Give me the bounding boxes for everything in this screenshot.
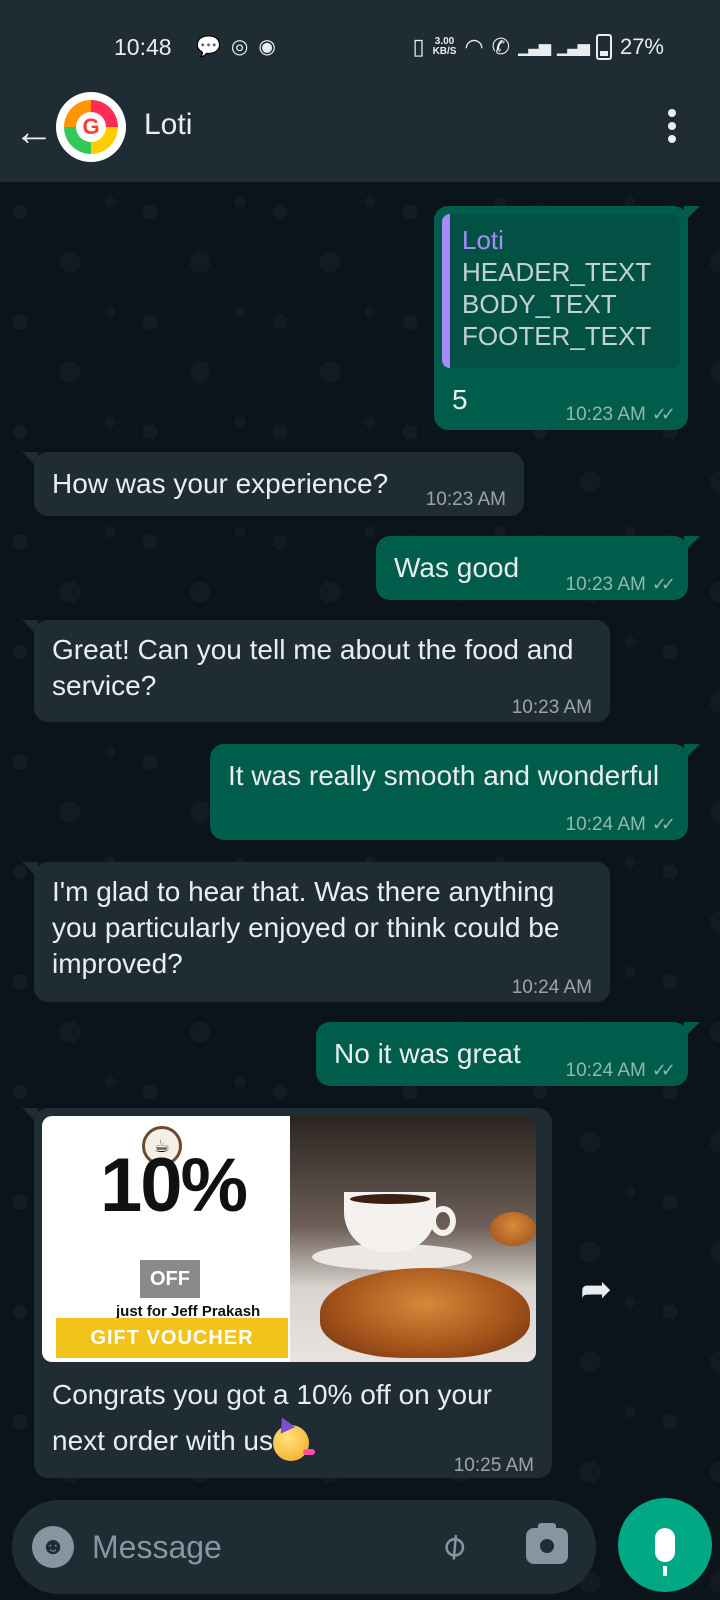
- read-ticks-icon: ✓✓: [651, 814, 676, 834]
- croissant-shape: [320, 1268, 530, 1358]
- mic-button[interactable]: [618, 1498, 712, 1592]
- signal-icon-2: ▁▃▅: [557, 39, 590, 56]
- attach-icon[interactable]: ⌀: [431, 1522, 475, 1568]
- wifi-icon: ◠: [464, 34, 484, 59]
- more-options-icon[interactable]: [668, 104, 676, 148]
- message-time: 10:24 AM ✓✓: [565, 1060, 677, 1081]
- voucher-image[interactable]: ☕ 10% OFF just for Jeff Prakash GIFT VOU…: [42, 1116, 536, 1362]
- quoted-sender: Loti: [462, 225, 504, 255]
- message-incoming[interactable]: Great! Can you tell me about the food an…: [22, 620, 610, 722]
- message-time: 10:25 AM: [453, 1455, 534, 1476]
- forward-icon[interactable]: ➦: [572, 1266, 620, 1314]
- avatar-logo: G: [64, 100, 118, 154]
- message-text: How was your experience?: [52, 468, 389, 499]
- message-incoming-image[interactable]: ☕ 10% OFF just for Jeff Prakash GIFT VOU…: [22, 1108, 552, 1478]
- message-time: 10:23 AM ✓✓: [565, 404, 677, 425]
- notification-icons: 💬◎◉: [196, 34, 286, 59]
- emoji-icon[interactable]: ☻: [32, 1526, 74, 1568]
- read-ticks-icon: ✓✓: [651, 1060, 676, 1080]
- back-arrow-icon[interactable]: ←: [14, 110, 54, 155]
- battery-percent: 27%: [619, 34, 664, 59]
- message-incoming[interactable]: How was your experience? 10:23 AM: [22, 452, 524, 516]
- signal-icon: ▁▃▅: [518, 39, 551, 56]
- quoted-line: HEADER_TEXT: [462, 257, 652, 287]
- network-speed: 3.00 KB/S: [433, 37, 457, 57]
- message-outgoing[interactable]: Loti HEADER_TEXT BODY_TEXT FOOTER_TEXT 5…: [434, 206, 700, 430]
- vibrate-icon: ▯: [412, 34, 425, 59]
- network-speed-unit: KB/S: [432, 46, 457, 57]
- message-time: 10:23 AM: [425, 489, 506, 510]
- quoted-line: FOOTER_TEXT: [462, 321, 652, 351]
- message-incoming[interactable]: I'm glad to hear that. Was there anythin…: [22, 862, 610, 1002]
- avatar[interactable]: G: [56, 92, 126, 162]
- message-text: No it was great: [334, 1038, 521, 1069]
- partying-face-emoji-icon: [273, 1424, 315, 1461]
- message-composer: ☻ ⌀: [12, 1500, 596, 1594]
- message-outgoing[interactable]: No it was great 10:24 AM ✓✓: [316, 1022, 700, 1086]
- message-time: 10:23 AM ✓✓: [565, 574, 677, 595]
- read-ticks-icon: ✓✓: [651, 404, 676, 424]
- message-text: 5: [452, 384, 468, 415]
- read-ticks-icon: ✓✓: [651, 574, 676, 594]
- coffee-croissant-photo: [290, 1116, 536, 1362]
- quoted-message[interactable]: Loti HEADER_TEXT BODY_TEXT FOOTER_TEXT: [442, 214, 680, 368]
- message-time: 10:23 AM: [511, 697, 592, 718]
- contact-name[interactable]: Loti: [144, 108, 192, 142]
- message-time: 10:24 AM ✓✓: [565, 814, 677, 835]
- camera-icon[interactable]: [526, 1523, 568, 1564]
- reddit-icon: ◉: [258, 36, 286, 58]
- message-time: 10:24 AM: [511, 977, 592, 998]
- instagram-icon: ◎: [230, 36, 259, 58]
- status-right: ▯ 3.00 KB/S ◠ ✆ ▁▃▅ ▁▃▅ 27%: [412, 34, 664, 60]
- message-text: Was good: [394, 552, 520, 583]
- voucher-panel: ☕ 10% OFF just for Jeff Prakash GIFT VOU…: [42, 1116, 290, 1362]
- message-outgoing[interactable]: Was good 10:23 AM ✓✓: [376, 536, 700, 600]
- cup-handle-shape: [430, 1206, 456, 1236]
- chat-header: ← G Loti: [0, 90, 720, 182]
- message-text: I'm glad to hear that. Was there anythin…: [52, 876, 560, 979]
- croissant-shape: [490, 1212, 536, 1246]
- message-text: It was really smooth and wonderful: [228, 760, 660, 791]
- message-input[interactable]: [92, 1520, 432, 1574]
- quoted-line: BODY_TEXT: [462, 289, 617, 319]
- avatar-letter: G: [76, 112, 106, 142]
- volte-icon: ✆: [491, 34, 511, 59]
- mic-icon: [655, 1528, 675, 1576]
- gift-voucher-label: GIFT VOUCHER: [56, 1318, 288, 1358]
- battery-icon: [595, 34, 612, 60]
- coffee-cup-shape: [344, 1192, 436, 1252]
- voucher-off-label: OFF: [140, 1260, 200, 1298]
- status-bar: 10:48 💬◎◉ ▯ 3.00 KB/S ◠ ✆ ▁▃▅ ▁▃▅ 27%: [0, 0, 720, 90]
- message-text: Congrats you got a 10% off on your next …: [52, 1372, 522, 1464]
- voucher-percent: 10%: [100, 1143, 248, 1228]
- message-outgoing[interactable]: It was really smooth and wonderful 10:24…: [210, 744, 700, 840]
- status-time: 10:48: [114, 34, 172, 60]
- chat-icon: 💬: [196, 36, 231, 58]
